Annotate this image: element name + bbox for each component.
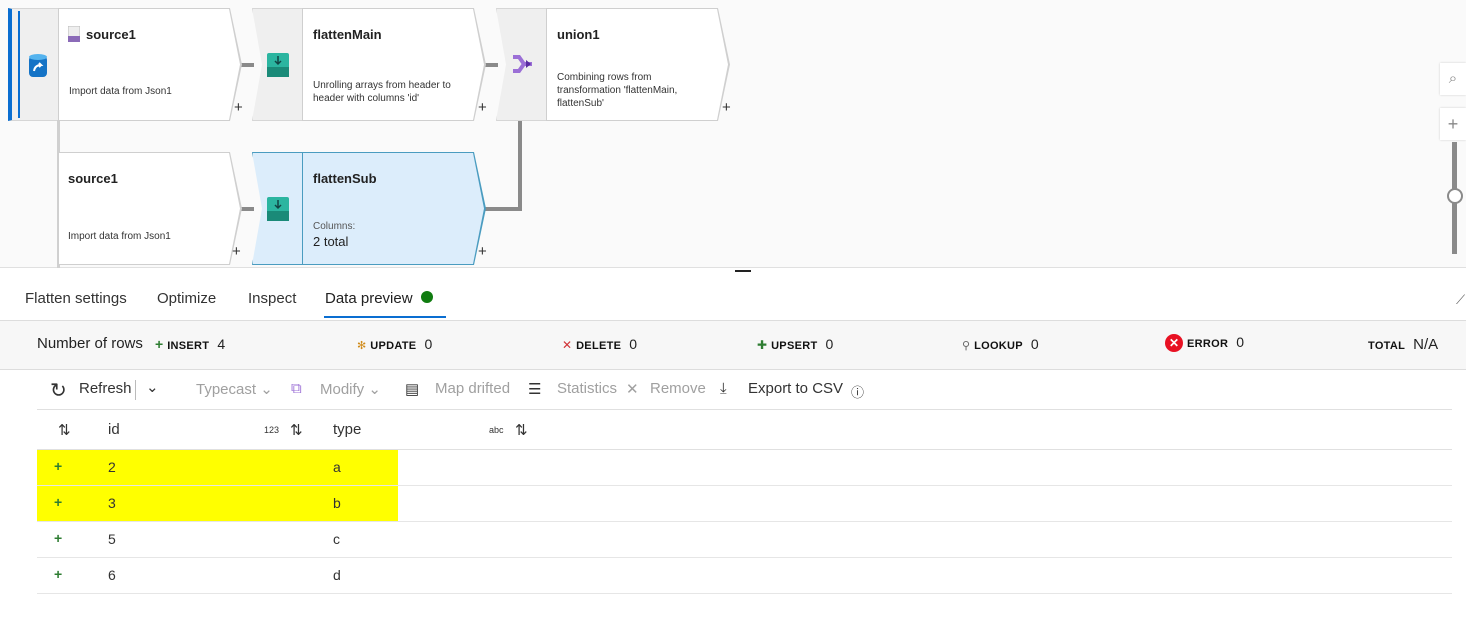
toolbar-divider bbox=[135, 380, 136, 400]
table-row[interactable]: +3 b bbox=[37, 486, 1452, 522]
flatten-icon bbox=[267, 53, 289, 77]
zoom-in-button[interactable]: + bbox=[1440, 108, 1466, 140]
sort-icon[interactable]: ⇅ bbox=[290, 421, 303, 439]
add-transform-button[interactable]: + bbox=[478, 99, 487, 116]
table-row[interactable]: +2 a bbox=[37, 450, 1452, 486]
highlight bbox=[37, 450, 398, 485]
source-group-bar[interactable] bbox=[8, 8, 59, 121]
status-dot-icon bbox=[420, 291, 433, 303]
flatten-icon bbox=[267, 197, 289, 221]
map-drifted-icon: ▤ bbox=[405, 381, 420, 398]
insert-icon: + bbox=[54, 494, 63, 510]
node-title: flattenSub bbox=[313, 171, 377, 186]
add-transform-button[interactable]: + bbox=[478, 243, 487, 260]
node-title: source1 bbox=[86, 27, 136, 42]
node-description: Unrolling arrays from header to header w… bbox=[313, 80, 451, 104]
refresh-dropdown-chevron-icon[interactable]: ⌄ bbox=[146, 378, 159, 396]
export-csv-button[interactable]: Export to CSV bbox=[748, 380, 843, 397]
chevron-down-icon: ⌄ bbox=[368, 381, 381, 398]
info-icon[interactable]: ⓘ bbox=[851, 382, 864, 401]
rows-label: Number of rows bbox=[37, 335, 143, 352]
column-header-type[interactable]: type bbox=[333, 421, 361, 438]
typecast-button[interactable]: Typecast ⌄ bbox=[196, 380, 273, 398]
panel-resize-handle[interactable] bbox=[735, 270, 751, 272]
map-drifted-button[interactable]: Map drifted bbox=[435, 380, 510, 397]
flatten-strip[interactable] bbox=[252, 152, 303, 265]
add-transform-button[interactable]: + bbox=[234, 99, 243, 116]
stat-upsert: ✚ UPSERT 0 bbox=[757, 336, 834, 352]
table-row[interactable]: +6 d bbox=[37, 558, 1452, 594]
refresh-icon[interactable]: ↻ bbox=[50, 378, 67, 403]
tab-optimize[interactable]: Optimize bbox=[157, 290, 216, 307]
string-type-icon: abc bbox=[489, 425, 504, 435]
insert-icon: + bbox=[54, 530, 63, 546]
collapse-chevron-icon[interactable]: ⟋ bbox=[1456, 292, 1465, 308]
remove-button[interactable]: Remove bbox=[650, 380, 706, 397]
chevron-down-icon: ⌄ bbox=[260, 381, 273, 398]
flatten-strip[interactable] bbox=[252, 8, 303, 121]
zoom-slider-handle[interactable] bbox=[1447, 188, 1463, 204]
tab-data-preview[interactable]: Data preview bbox=[325, 290, 433, 307]
delete-icon: ✕ bbox=[562, 338, 573, 352]
union-strip[interactable] bbox=[496, 8, 547, 121]
node-description: Combining rows from transformation 'flat… bbox=[557, 72, 678, 109]
modify-icon: ⧉ bbox=[291, 380, 302, 397]
active-tab-underline bbox=[324, 316, 446, 318]
stat-insert: + INSERT 4 bbox=[155, 336, 226, 352]
stat-lookup: ⚲ LOOKUP 0 bbox=[962, 336, 1039, 352]
column-count: 2 total bbox=[313, 234, 349, 249]
update-icon: ✻ bbox=[357, 340, 367, 352]
statistics-icon: ☰ bbox=[528, 381, 542, 398]
refresh-button[interactable]: Refresh bbox=[79, 380, 132, 397]
lookup-icon: ⚲ bbox=[962, 340, 971, 352]
insert-icon: + bbox=[54, 458, 63, 474]
node-description: Import data from Json1 bbox=[69, 86, 172, 97]
stat-update: ✻ UPDATE 0 bbox=[357, 336, 433, 352]
tab-flatten-settings[interactable]: Flatten settings bbox=[25, 290, 127, 307]
error-icon: ✕ bbox=[1165, 334, 1183, 352]
row-sort-icon[interactable]: ⇅ bbox=[58, 421, 71, 439]
node-title: flattenMain bbox=[313, 27, 382, 42]
remove-icon: ✕ bbox=[626, 381, 639, 398]
number-type-icon: 123 bbox=[264, 425, 280, 435]
node-title: source1 bbox=[68, 171, 118, 186]
node-title: union1 bbox=[557, 27, 600, 42]
tab-label: Data preview bbox=[325, 290, 413, 307]
sort-icon[interactable]: ⇅ bbox=[515, 421, 528, 439]
highlight bbox=[37, 486, 398, 521]
add-transform-button[interactable]: + bbox=[232, 243, 241, 260]
node-description: Import data from Json1 bbox=[68, 231, 171, 242]
statistics-button[interactable]: Statistics bbox=[557, 380, 617, 397]
upsert-icon: ✚ bbox=[757, 338, 768, 352]
column-header-id[interactable]: id bbox=[108, 421, 120, 438]
table-row[interactable]: +5 c bbox=[37, 522, 1452, 558]
add-transform-button[interactable]: + bbox=[722, 99, 731, 116]
json-file-icon bbox=[68, 26, 80, 42]
node-description: Columns: bbox=[313, 221, 356, 232]
stat-delete: ✕ DELETE 0 bbox=[562, 336, 638, 352]
stat-total: TOTAL N/A bbox=[1368, 336, 1439, 353]
tab-inspect[interactable]: Inspect bbox=[248, 290, 296, 307]
modify-button[interactable]: Modify ⌄ bbox=[320, 380, 381, 398]
database-icon bbox=[29, 54, 47, 77]
dataflow-canvas[interactable]: source1 Import data from Json1 + flatten… bbox=[0, 0, 1466, 268]
search-icon[interactable]: ⌕ bbox=[1440, 63, 1466, 95]
union-icon bbox=[513, 55, 532, 73]
insert-icon: + bbox=[155, 336, 164, 352]
download-icon: ⤓ bbox=[720, 380, 727, 397]
insert-icon: + bbox=[54, 566, 63, 582]
stat-error: ✕ ERROR 0 bbox=[1165, 334, 1244, 352]
